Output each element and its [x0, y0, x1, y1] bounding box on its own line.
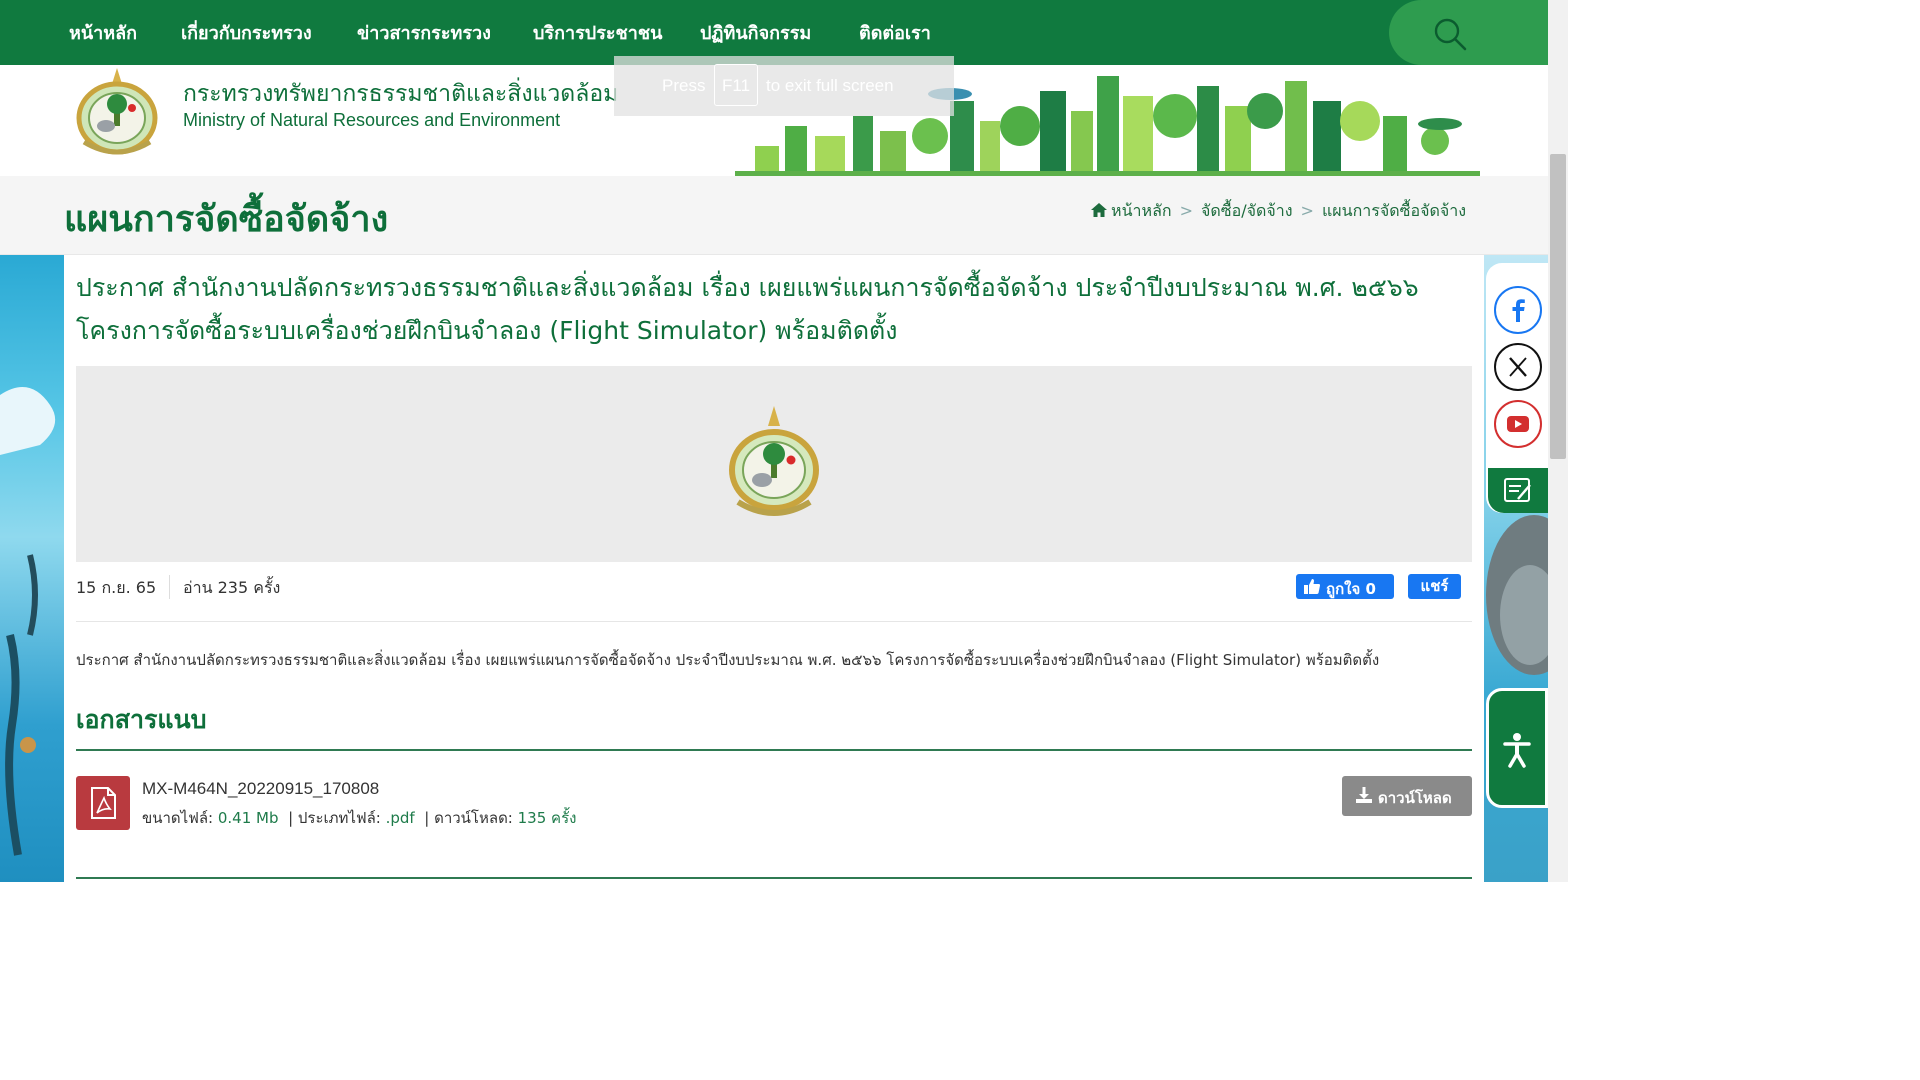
- article-headline: ประกาศ สำนักงานปลัดกระทรวงธรรมชาติและสิ่…: [76, 273, 1419, 345]
- feedback-note-button[interactable]: [1488, 468, 1548, 513]
- article-read-count: อ่าน 235 ครั้ง: [183, 578, 281, 597]
- youtube-link[interactable]: [1494, 400, 1542, 448]
- hero-emblem-logo: [729, 406, 819, 516]
- edit-note-icon: [1504, 478, 1531, 502]
- facebook-share-button[interactable]: แชร์: [1408, 574, 1461, 599]
- meta-divider: [169, 575, 170, 599]
- nav-item-contact[interactable]: ติดต่อเรา: [859, 18, 931, 47]
- breadcrumb-current: แผนการจัดซื้อจัดจ้าง: [1321, 201, 1466, 220]
- facebook-link[interactable]: [1494, 286, 1542, 334]
- search-icon[interactable]: [1432, 16, 1468, 52]
- divider: [76, 621, 1472, 622]
- file-size-label: ขนาดไฟล์:: [142, 809, 214, 827]
- toast-rest-text: to exit full screen: [766, 76, 894, 95]
- x-icon: [1509, 357, 1527, 377]
- like-label: ถูกใจ 0: [1326, 580, 1376, 598]
- file-type-value: .pdf: [385, 809, 415, 827]
- accessibility-icon: [1503, 733, 1531, 768]
- download-count-label: | ดาวน์โหลด:: [424, 809, 513, 827]
- thumbs-up-icon: [1304, 579, 1320, 594]
- download-button[interactable]: ดาวน์โหลด: [1342, 776, 1472, 816]
- ministry-emblem-logo[interactable]: [70, 66, 164, 162]
- attachment-file-name[interactable]: MX-M464N_20220915_170808: [142, 779, 379, 799]
- search-button[interactable]: [1389, 0, 1548, 65]
- nav-item-news[interactable]: ข่าวสารกระทรวง: [357, 18, 491, 47]
- breadcrumb-procurement[interactable]: จัดซื้อ/จัดจ้าง: [1201, 201, 1293, 220]
- nav-item-calendar[interactable]: ปฏิทินกิจกรรม: [700, 18, 811, 47]
- download-count-value: 135 ครั้ง: [517, 809, 577, 827]
- ministry-name-thai: กระทรวงทรัพยากรธรรมชาติและสิ่งแวดล้อม: [183, 81, 619, 107]
- page-title: แผนการจัดซื้อจัดจ้าง: [64, 199, 389, 240]
- ministry-name-english: Ministry of Natural Resources and Enviro…: [183, 110, 561, 130]
- file-size-value: 0.41 Mb: [217, 809, 279, 827]
- home-icon: [1091, 203, 1108, 217]
- download-button-label: ดาวน์โหลด: [1378, 789, 1452, 807]
- bottom-divider: [76, 877, 1472, 879]
- facebook-icon: [1512, 299, 1525, 322]
- pdf-file-icon[interactable]: [76, 776, 130, 830]
- file-type-label: | ประเภทไฟล์:: [288, 809, 381, 827]
- scrollbar-thumb[interactable]: [1550, 154, 1566, 459]
- breadcrumb: หน้าหลัก > จัดซื้อ/จัดจ้าง > แผนการจัดซื้อจั…: [1091, 199, 1466, 224]
- accessibility-button[interactable]: [1486, 688, 1548, 808]
- attachments-heading: เอกสารแนบ: [76, 705, 207, 734]
- nav-item-home[interactable]: หน้าหลัก: [69, 18, 137, 47]
- fullscreen-exit-toast: Press F11 to exit full screen: [614, 56, 954, 116]
- attachment-file-meta: ขนาดไฟล์: 0.41 Mb | ประเภทไฟล์: .pdf | ด…: [142, 806, 576, 830]
- facebook-like-button[interactable]: ถูกใจ 0: [1296, 574, 1394, 599]
- left-ocean-decoration: [0, 255, 64, 882]
- article-body: ประกาศ สำนักงานปลัดกระทรวงธรรมชาติและสิ่…: [76, 651, 1380, 669]
- youtube-icon: [1507, 416, 1529, 432]
- attachments-divider: [76, 749, 1472, 751]
- article-date: 15 ก.ย. 65: [76, 578, 157, 597]
- toast-press-text: Press: [662, 76, 706, 95]
- download-icon: [1356, 787, 1372, 803]
- toast-key-label: F11: [722, 76, 751, 95]
- nav-item-about[interactable]: เกี่ยวกับกระทรวง: [181, 18, 312, 47]
- nav-item-services[interactable]: บริการประชาชน: [533, 18, 662, 47]
- breadcrumb-home[interactable]: หน้าหลัก: [1111, 201, 1172, 220]
- x-twitter-link[interactable]: [1494, 343, 1542, 391]
